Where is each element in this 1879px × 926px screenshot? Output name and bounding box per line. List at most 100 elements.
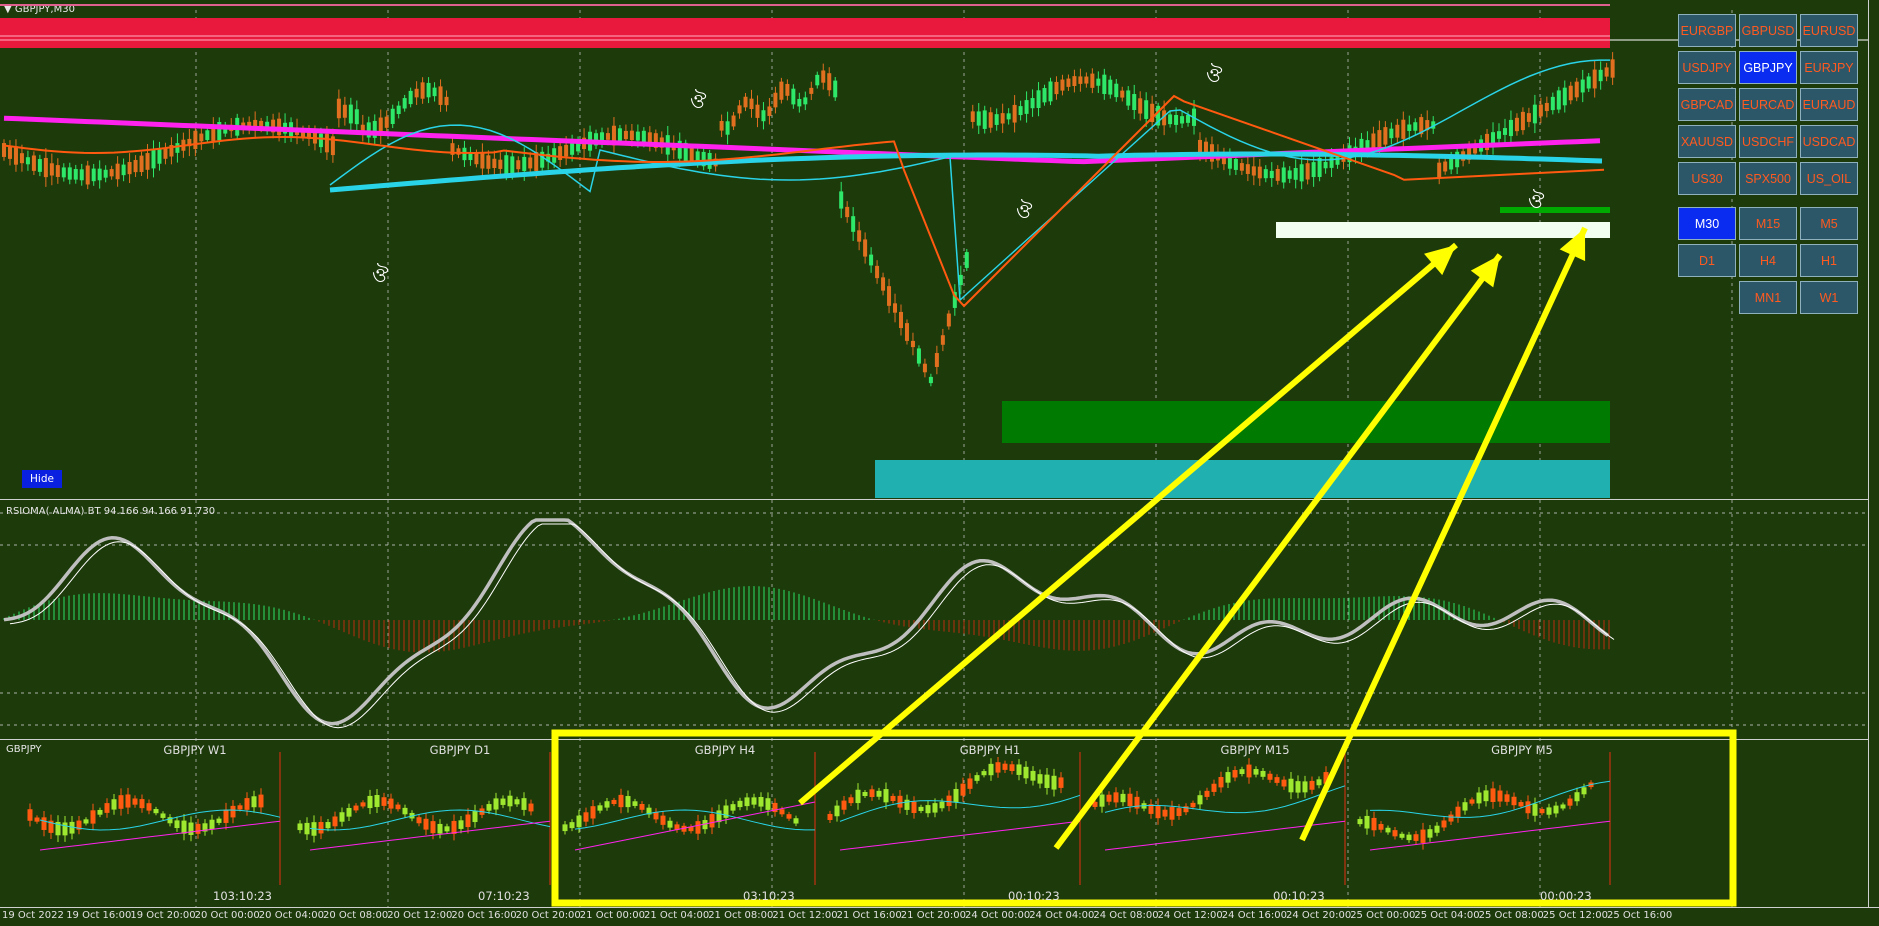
mini-candle (1441, 820, 1447, 828)
mini-candle (1560, 804, 1566, 809)
mini-candle (765, 798, 771, 810)
candle-body (151, 149, 156, 169)
candle-body (1042, 88, 1047, 103)
mini-chart-timer: 00:00:23 (1540, 889, 1592, 903)
candle-body (1287, 170, 1292, 179)
hide-button[interactable]: Hide (22, 470, 62, 488)
mini-candle (695, 821, 701, 834)
mini-chart-timer: 07:10:23 (478, 889, 530, 903)
mini-candle (188, 822, 194, 835)
mini-chart-timer: 103:10:23 (213, 889, 272, 903)
candle-body (1293, 168, 1298, 180)
mini-candle (34, 817, 40, 822)
symbol-button-usdchf[interactable]: USDCHF (1739, 125, 1797, 158)
timeframe-button-m30[interactable]: M30 (1678, 207, 1736, 240)
signal-line (9, 523, 1615, 729)
mini-candle (381, 797, 387, 806)
candle-body (731, 115, 736, 127)
symbol-button-euraud[interactable]: EURAUD (1800, 88, 1858, 121)
symbol-button-gbpjpy[interactable]: GBPJPY (1739, 51, 1797, 84)
candle-body (480, 152, 485, 169)
timeframe-button-h4[interactable]: H4 (1739, 244, 1797, 277)
mini-candle (1225, 772, 1231, 783)
candle-body (85, 165, 90, 185)
mini-candle (897, 795, 903, 808)
timeframe-button-m5[interactable]: M5 (1800, 207, 1858, 240)
candle-body (881, 277, 886, 291)
symbol-button-eurusd[interactable]: EURUSD (1800, 14, 1858, 47)
mini-candle (346, 808, 352, 817)
candle-body (31, 155, 36, 171)
symbol-button-us_oil[interactable]: US_OIL (1800, 162, 1858, 195)
candle-body (1598, 69, 1603, 82)
mini-candle (1364, 815, 1370, 829)
symbol-button-xauusd[interactable]: XAUUSD (1678, 125, 1736, 158)
candle-body (1102, 74, 1107, 95)
white-zone (1276, 222, 1610, 238)
symbol-button-eurcad[interactable]: EURCAD (1739, 88, 1797, 121)
symbol-button-usdjpy[interactable]: USDJPY (1678, 51, 1736, 84)
timeframe-button-w1[interactable]: W1 (1800, 281, 1858, 314)
timeframe-button-m15[interactable]: M15 (1739, 207, 1797, 240)
mini-candle (1406, 834, 1412, 841)
candle-body (133, 159, 138, 173)
candle-body (1437, 162, 1442, 178)
candle-body (1568, 85, 1573, 101)
arrow-h1-head (1470, 255, 1500, 288)
candle-body (635, 131, 640, 141)
timeframe-button-h1[interactable]: H1 (1800, 244, 1858, 277)
fractal-glyph: ঔ (1206, 63, 1223, 87)
candle-body (420, 82, 425, 99)
candle-body (199, 133, 204, 142)
candle-body (737, 105, 742, 114)
candle-body (1239, 163, 1244, 171)
candle-body (205, 130, 210, 140)
mini-chart-timer: 00:10:23 (1273, 889, 1325, 903)
timeframe-button-d1[interactable]: D1 (1678, 244, 1736, 277)
timeframe-button-mn1[interactable]: MN1 (1739, 281, 1797, 314)
candle-body (946, 313, 951, 327)
candle-body (791, 88, 796, 105)
small-green-zone (1500, 207, 1610, 213)
candle-body (1048, 81, 1053, 102)
candle-body (1168, 114, 1173, 125)
candle-body (97, 168, 102, 181)
candle-body (1186, 114, 1191, 123)
mini-candle (562, 824, 568, 832)
mini-candle (402, 807, 408, 815)
candle-body (1060, 79, 1065, 91)
mini-candle (132, 798, 138, 805)
mini-candle (1525, 801, 1531, 814)
mini-candle (1420, 829, 1426, 843)
candle-body (815, 74, 820, 86)
mini-candle (1567, 798, 1573, 806)
mini-candle (779, 809, 785, 815)
mini-candle (1253, 769, 1259, 775)
mini-candle (297, 823, 303, 831)
candle-body (402, 98, 407, 109)
candle-body (893, 303, 898, 313)
candle-body (1443, 161, 1448, 172)
mini-candle (583, 812, 589, 822)
mini-candle (1546, 807, 1552, 815)
symbol-button-gbpusd[interactable]: GBPUSD (1739, 14, 1797, 47)
symbol-button-gbpcad[interactable]: GBPCAD (1678, 88, 1736, 121)
symbol-button-eurjpy[interactable]: EURJPY (1800, 51, 1858, 84)
mini-candle (325, 822, 331, 829)
candle-body (1401, 119, 1406, 139)
candle-body (1198, 139, 1202, 154)
candle-body (839, 191, 844, 209)
fractal-glyph: ঔ (1016, 199, 1033, 223)
mini-candle (1316, 779, 1322, 786)
candle-body (887, 286, 892, 306)
symbol-button-eurgbp[interactable]: EURGBP (1678, 14, 1736, 47)
symbol-button-usdcad[interactable]: USDCAD (1800, 125, 1858, 158)
mini-candle (625, 796, 631, 808)
symbol-button-us30[interactable]: US30 (1678, 162, 1736, 195)
candle-body (396, 105, 401, 115)
symbol-button-spx500[interactable]: SPX500 (1739, 162, 1797, 195)
candle-body (492, 158, 497, 168)
mini-candle (339, 812, 345, 822)
mini-candle (995, 762, 1001, 773)
candle-body (1012, 104, 1017, 123)
